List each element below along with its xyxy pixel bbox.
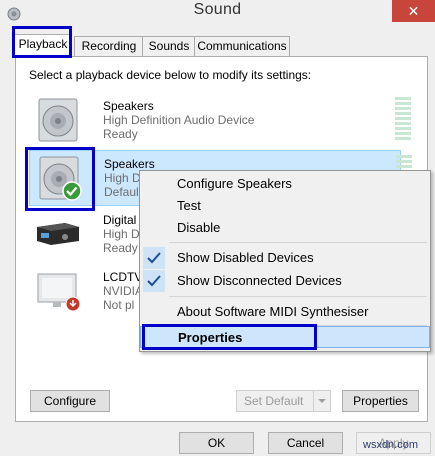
properties-button[interactable]: Properties — [342, 390, 419, 412]
device-status: Not pl — [103, 298, 135, 312]
device-description: High D — [103, 227, 140, 241]
selected-device-highlight-box — [25, 147, 95, 211]
chevron-down-icon[interactable] — [313, 391, 330, 411]
checkmark-icon — [143, 247, 165, 269]
close-icon: ✕ — [407, 3, 420, 19]
instruction-text: Select a playback device below to modify… — [29, 68, 312, 82]
cancel-button[interactable]: Cancel — [268, 432, 343, 454]
device-name: Speakers — [103, 99, 154, 113]
device-name: Digital — [103, 213, 137, 227]
playback-tab-highlight-box — [12, 26, 72, 58]
menu-item-configure-speakers[interactable]: Configure Speakers — [140, 173, 430, 195]
volume-level-meter — [395, 97, 411, 143]
menu-separator — [169, 296, 427, 297]
device-name: Speakers — [104, 157, 155, 171]
set-default-button[interactable]: Set Default — [236, 390, 331, 412]
device-description: High Definition Audio Device — [103, 113, 255, 127]
device-description: NVIDIA — [103, 284, 144, 298]
menu-separator — [169, 242, 427, 243]
menu-item-disable[interactable]: Disable — [140, 217, 430, 239]
checkmark-icon — [143, 270, 165, 292]
window-title: Sound — [193, 1, 242, 18]
ok-button[interactable]: OK — [179, 432, 254, 454]
speaker-icon — [38, 98, 78, 142]
device-status: Ready — [103, 241, 138, 255]
receiver-icon — [37, 223, 79, 245]
watermark-text: wsxdn.com — [363, 439, 419, 451]
menu-item-test[interactable]: Test — [140, 195, 430, 217]
configure-button[interactable]: Configure — [30, 390, 110, 412]
tab-strip: Playback Recording Sounds Communications — [10, 34, 430, 57]
tab-communications[interactable]: Communications — [194, 36, 290, 56]
menu-item-about-midi[interactable]: About Software MIDI Synthesiser — [140, 301, 430, 323]
tab-sounds[interactable]: Sounds — [142, 36, 196, 56]
tab-recording[interactable]: Recording — [74, 36, 144, 56]
sound-dialog: Sound ✕ Playback Recording Sounds Commun… — [0, 0, 435, 456]
title-bar: Sound ✕ — [0, 0, 435, 28]
close-button[interactable]: ✕ — [392, 0, 435, 22]
device-status: Ready — [103, 127, 138, 141]
menu-item-show-disconnected-devices[interactable]: Show Disconnected Devices — [140, 270, 430, 292]
tv-icon — [37, 273, 81, 312]
menu-item-show-disabled-devices[interactable]: Show Disabled Devices — [140, 247, 430, 269]
properties-highlight-box — [142, 324, 317, 350]
device-item-speakers[interactable]: Speakers High Definition Audio Device Re… — [29, 93, 411, 149]
device-name: LCDTV — [103, 270, 143, 284]
